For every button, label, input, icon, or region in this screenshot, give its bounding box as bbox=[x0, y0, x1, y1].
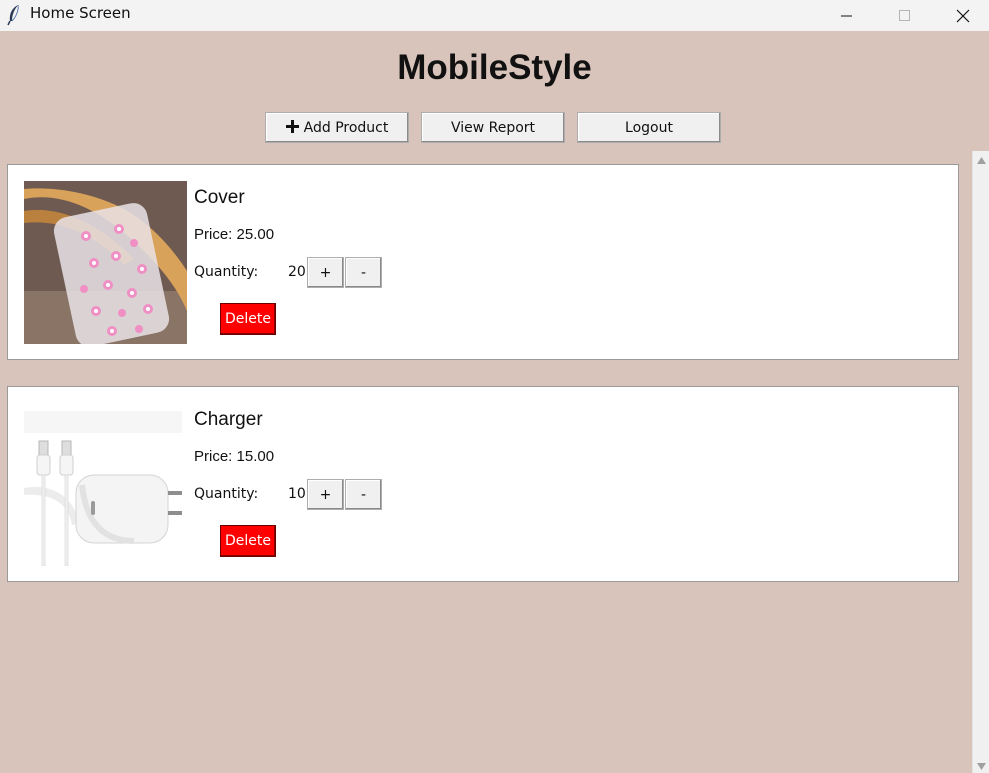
home-screen-window: Home Screen MobileStyle Add Product View… bbox=[0, 0, 989, 773]
quantity-value: 20 bbox=[288, 264, 306, 280]
product-image-charger bbox=[24, 403, 187, 566]
increase-quantity-button[interactable]: + bbox=[307, 479, 344, 510]
product-name: Charger bbox=[194, 409, 263, 430]
plus-icon bbox=[285, 120, 299, 135]
product-image-phone-case bbox=[24, 181, 187, 344]
view-report-button[interactable]: View Report bbox=[421, 112, 565, 143]
title-bar: Home Screen bbox=[0, 0, 989, 31]
logout-button[interactable]: Logout bbox=[577, 112, 721, 143]
product-card: Cover Price: 25.00 Quantity: 20 + - Dele… bbox=[7, 164, 959, 360]
maximize-icon bbox=[899, 9, 910, 21]
vertical-scrollbar[interactable] bbox=[972, 151, 989, 773]
decrease-quantity-button[interactable]: - bbox=[345, 479, 382, 510]
quantity-label: Quantity: bbox=[194, 486, 259, 502]
feather-icon bbox=[6, 4, 22, 26]
minimize-icon bbox=[841, 15, 852, 16]
maximize-button[interactable] bbox=[876, 0, 934, 31]
decrease-quantity-button[interactable]: - bbox=[345, 257, 382, 288]
quantity-label: Quantity: bbox=[194, 264, 259, 280]
add-product-label: Add Product bbox=[303, 119, 389, 136]
close-button[interactable] bbox=[934, 0, 989, 31]
close-icon bbox=[956, 9, 970, 22]
product-name: Cover bbox=[194, 187, 245, 208]
add-product-button[interactable]: Add Product bbox=[265, 112, 409, 143]
scroll-up-arrow-icon[interactable] bbox=[977, 157, 986, 164]
delete-button[interactable]: Delete bbox=[220, 525, 276, 557]
product-price: Price: 15.00 bbox=[194, 448, 275, 465]
scroll-down-arrow-icon[interactable] bbox=[977, 763, 986, 770]
delete-button[interactable]: Delete bbox=[220, 303, 276, 335]
minimize-button[interactable] bbox=[818, 0, 876, 31]
product-card: Charger Price: 15.00 Quantity: 10 + - De… bbox=[7, 386, 959, 582]
product-price: Price: 25.00 bbox=[194, 226, 275, 243]
quantity-value: 10 bbox=[288, 486, 306, 502]
window-title: Home Screen bbox=[30, 4, 131, 22]
app-title: MobileStyle bbox=[397, 48, 592, 87]
increase-quantity-button[interactable]: + bbox=[307, 257, 344, 288]
